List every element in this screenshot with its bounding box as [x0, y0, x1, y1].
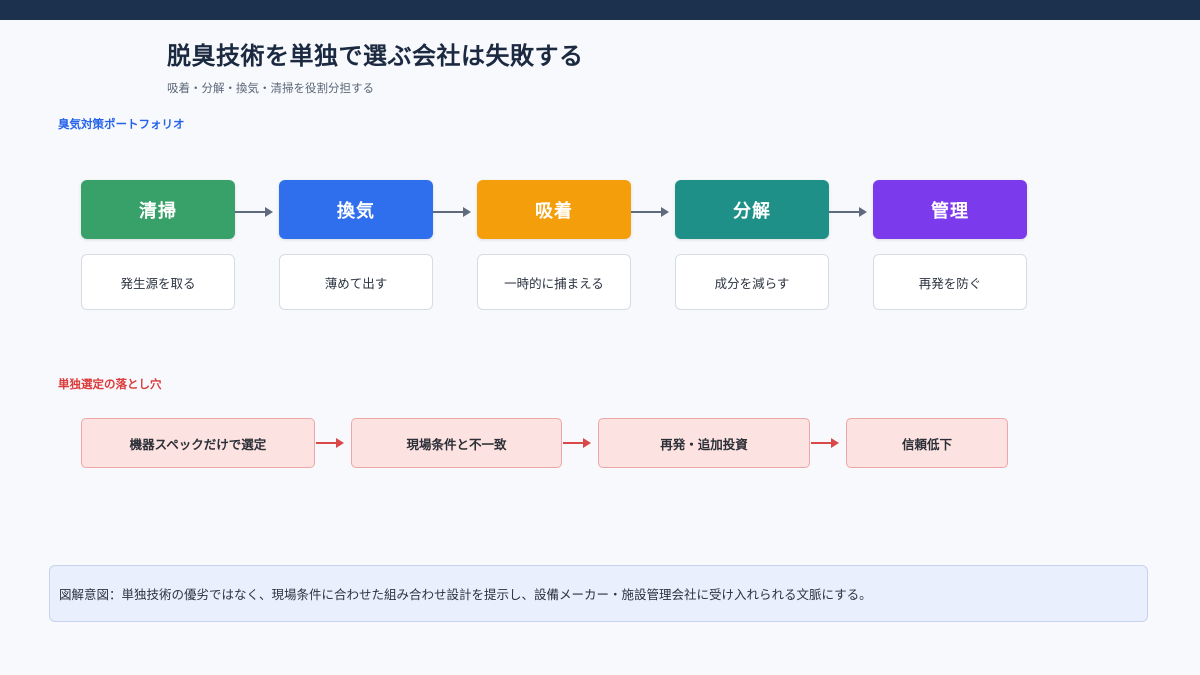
page-subtitle: 吸着・分解・換気・清掃を役割分担する	[167, 81, 374, 95]
page-title: 脱臭技術を単独で選ぶ会社は失敗する	[167, 42, 584, 70]
step-desc-adsorption: 一時的に捕まえる	[477, 254, 631, 310]
diagram-intent-note: 図解意図：単独技術の優劣ではなく、現場条件に合わせた組み合わせ設計を提示し、設備…	[49, 565, 1148, 622]
step-decomposition: 分解	[675, 180, 829, 239]
step-adsorption: 吸着	[477, 180, 631, 239]
portfolio-section-label: 臭気対策ポートフォリオ	[58, 117, 185, 131]
pitfall-spec-only: 機器スペックだけで選定	[81, 418, 315, 468]
flow-arrow	[433, 205, 471, 219]
step-cleaning: 清掃	[81, 180, 235, 239]
flow-arrow	[829, 205, 867, 219]
step-management: 管理	[873, 180, 1027, 239]
pitfall-arrow	[316, 436, 344, 450]
step-desc-cleaning: 発生源を取る	[81, 254, 235, 310]
step-ventilation: 換気	[279, 180, 433, 239]
pitfall-mismatch: 現場条件と不一致	[351, 418, 562, 468]
pitfall-arrow	[563, 436, 591, 450]
step-desc-ventilation: 薄めて出す	[279, 254, 433, 310]
flow-arrow	[235, 205, 273, 219]
pitfall-section-label: 単独選定の落とし穴	[58, 377, 162, 391]
step-desc-management: 再発を防ぐ	[873, 254, 1027, 310]
top-bar	[0, 0, 1200, 20]
pitfall-trust-loss: 信頼低下	[846, 418, 1008, 468]
pitfall-arrow	[811, 436, 839, 450]
step-desc-decomposition: 成分を減らす	[675, 254, 829, 310]
flow-arrow	[631, 205, 669, 219]
pitfall-reinvest: 再発・追加投資	[598, 418, 810, 468]
